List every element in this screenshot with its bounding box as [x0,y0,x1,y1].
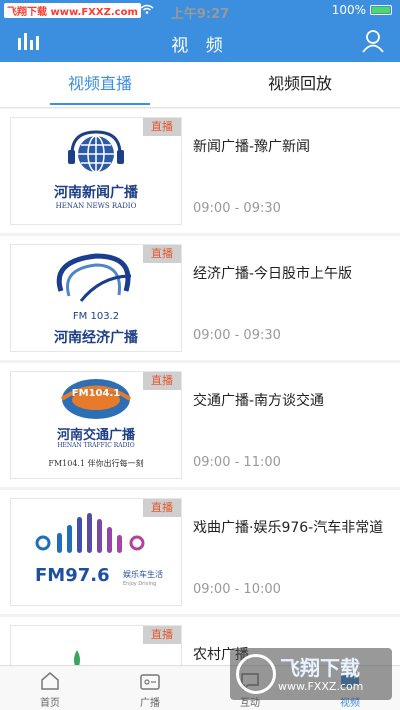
page-title: 视 频 [171,36,229,56]
radio-icon [140,674,160,690]
rural-radio-logo [74,650,80,665]
list-item[interactable]: FM 103.2 河南经济广播 直播 经济广播-今日股市上午版 09:00 - … [0,236,400,360]
logo-slogan-text: FM104.1 伴你出行每一刻 [48,459,144,468]
live-badge: 直播 [143,372,181,390]
live-badge: 直播 [143,499,181,517]
program-time: 09:00 - 09:30 [193,328,281,343]
logo-en-text: HENAN TRAFFIC RADIO [57,442,135,449]
battery-icon [370,5,392,15]
opera-radio-logo [35,513,145,553]
program-thumbnail: FM104.1 河南交通广播 HENAN TRAFFIC RADIO FM104… [10,371,182,479]
logo-cn-text: 河南经济广播 [54,330,138,346]
program-thumbnail: FM97.6 娱乐车生活 Enjoy Driving 直播 [10,498,182,606]
program-thumbnail: FM 103.2 河南经济广播 直播 [10,244,182,352]
battery-percent: 100% [331,3,366,17]
watermark-url: www.FXXZ.com [278,680,364,693]
program-time: 09:00 - 11:00 [193,455,281,470]
tab-bar: 视频直播 视频回放 [0,62,400,108]
program-name: 戏曲广播·娱乐976-汽车非常道 [193,520,384,536]
logo-cn-text: 河南交通广播 [56,428,135,443]
user-icon[interactable] [362,29,384,53]
tab-video-replay[interactable]: 视频回放 [200,62,400,107]
program-thumbnail: 直播 [10,625,182,665]
site-watermark: 飞翔下载 www.FXXZ.com [230,648,392,700]
tab-live-video[interactable]: 视频直播 [0,62,200,107]
list-item[interactable]: FM104.1 河南交通广播 HENAN TRAFFIC RADIO FM104… [0,363,400,487]
program-time: 09:00 - 10:00 [193,582,281,597]
program-name: 交通广播-南方谈交通 [193,393,325,409]
nav-radio[interactable]: 广播 [100,666,200,710]
live-badge: 直播 [143,245,181,263]
list-item[interactable]: 河南新闻广播 HENAN NEWS RADIO 直播 新闻广播-豫广新闻 09:… [0,109,400,233]
logo-cn-text: 河南新闻广播 [54,185,138,201]
program-name: 经济广播-今日股市上午版 [193,266,353,282]
program-name: 新闻广播-豫广新闻 [193,139,311,155]
list-item[interactable]: FM97.6 娱乐车生活 Enjoy Driving 直播 戏曲广播·娱乐976… [0,490,400,614]
nav-label: 首页 [40,698,60,709]
app-header: 视 频 [0,22,400,62]
status-bar: 飞翔下载 www.FXXZ.com 上午9:27 100% [0,0,400,22]
watermark-brand: 飞翔下载 [280,656,360,680]
program-thumbnail: 河南新闻广播 HENAN NEWS RADIO 直播 [10,117,182,225]
live-badge: 直播 [143,118,181,136]
live-badge: 直播 [143,626,181,644]
nav-home[interactable]: 首页 [0,666,100,710]
program-list: 河南新闻广播 HENAN NEWS RADIO 直播 新闻广播-豫广新闻 09:… [0,109,400,665]
logo-fm-text: FM 103.2 [72,311,120,322]
logo-fm-text: FM97.6 [35,565,110,586]
traffic-radio-logo [60,379,132,419]
logo-en-text: HENAN NEWS RADIO [55,202,137,210]
program-time: 09:00 - 09:30 [193,201,281,216]
home-icon [41,672,59,690]
watermark-logo-icon [236,654,276,694]
logo-tag-en-text: Enjoy Driving [123,581,157,587]
nav-label: 广播 [140,698,160,709]
battery-indicator: 100% [332,3,392,17]
economy-radio-logo [56,253,132,302]
news-radio-logo [68,130,124,173]
logo-tag-text: 娱乐车生活 [123,570,163,579]
